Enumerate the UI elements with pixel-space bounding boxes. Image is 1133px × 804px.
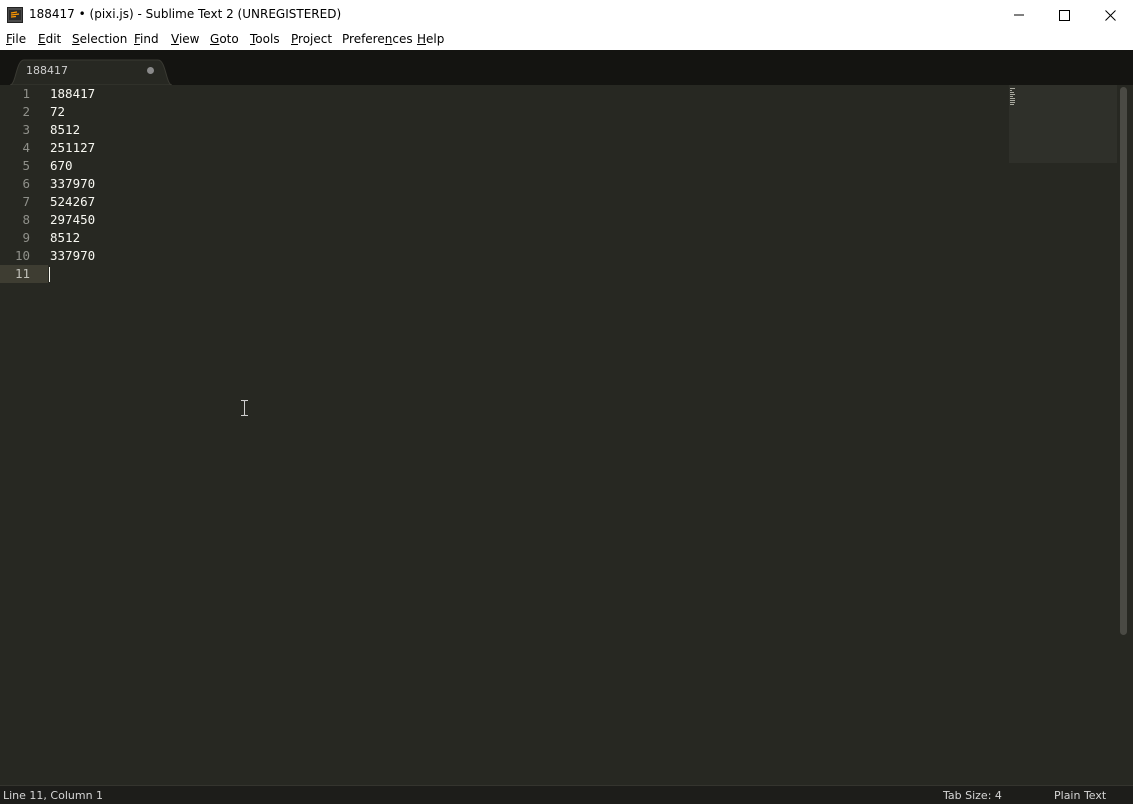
tab-size-selector[interactable]: Tab Size: 4: [943, 789, 1002, 802]
menu-file[interactable]: File: [6, 32, 26, 46]
code-line[interactable]: 251127: [50, 139, 95, 157]
minimize-button[interactable]: [996, 0, 1042, 30]
line-number: 8: [22, 212, 30, 227]
tab-bar: 188417: [0, 50, 1133, 85]
title-bar: 188417 • (pixi.js) - Sublime Text 2 (UNR…: [0, 0, 1133, 30]
code-line[interactable]: 297450: [50, 211, 95, 229]
menu-goto[interactable]: Goto: [210, 32, 239, 46]
menu-preferences[interactable]: Preferences: [342, 32, 413, 46]
line-number: 3: [22, 122, 30, 137]
code-line[interactable]: 72: [50, 103, 65, 121]
code-line[interactable]: 670: [50, 157, 73, 175]
sublime-text-icon: [7, 7, 23, 23]
close-icon: [1104, 9, 1116, 21]
editor-area[interactable]: 1 2 3 4 5 6 7 8 9 10 11 188417 72 8512 2…: [0, 85, 1133, 785]
code-line[interactable]: 524267: [50, 193, 95, 211]
maximize-icon: [1058, 9, 1070, 21]
window-title: 188417 • (pixi.js) - Sublime Text 2 (UNR…: [29, 7, 342, 21]
cursor-position: Line 11, Column 1: [3, 789, 104, 802]
code-line[interactable]: 8512: [50, 229, 80, 247]
close-button[interactable]: [1087, 0, 1133, 30]
line-number: 6: [22, 176, 30, 191]
tab-label: 188417: [26, 64, 68, 77]
line-number-gutter: 1 2 3 4 5 6 7 8 9 10 11: [0, 85, 42, 785]
text-caret: [49, 267, 50, 282]
code-line[interactable]: 8512: [50, 121, 80, 139]
maximize-button[interactable]: [1041, 0, 1087, 30]
line-number: 11: [14, 266, 30, 281]
minimap[interactable]: [1009, 85, 1117, 163]
tab-188417[interactable]: 188417: [10, 58, 172, 85]
menu-edit[interactable]: Edit: [38, 32, 61, 46]
line-number: 5: [22, 158, 30, 173]
ibeam-cursor-icon: [241, 400, 248, 416]
unsaved-dot-icon[interactable]: [147, 67, 154, 74]
vertical-scrollbar[interactable]: [1120, 87, 1127, 635]
code-line[interactable]: 337970: [50, 247, 95, 265]
line-number: 9: [22, 230, 30, 245]
status-bar: Line 11, Column 1 Tab Size: 4 Plain Text: [0, 785, 1133, 804]
menu-help[interactable]: Help: [417, 32, 444, 46]
menu-find[interactable]: Find: [134, 32, 159, 46]
line-number: 10: [14, 248, 30, 263]
code-line[interactable]: 188417: [50, 85, 95, 103]
line-number: 1: [22, 86, 30, 101]
line-number: 7: [22, 194, 30, 209]
minimap-preview: [1010, 88, 1015, 106]
line-number: 4: [22, 140, 30, 155]
menu-view[interactable]: View: [171, 32, 199, 46]
menu-selection[interactable]: Selection: [72, 32, 127, 46]
syntax-selector[interactable]: Plain Text: [1054, 789, 1106, 802]
code-line[interactable]: 337970: [50, 175, 95, 193]
menu-bar: File Edit Selection Find View Goto Tools…: [0, 30, 1133, 50]
minimize-icon: [1014, 14, 1024, 16]
menu-project[interactable]: Project: [291, 32, 332, 46]
line-number: 2: [22, 104, 30, 119]
menu-tools[interactable]: Tools: [250, 32, 280, 46]
